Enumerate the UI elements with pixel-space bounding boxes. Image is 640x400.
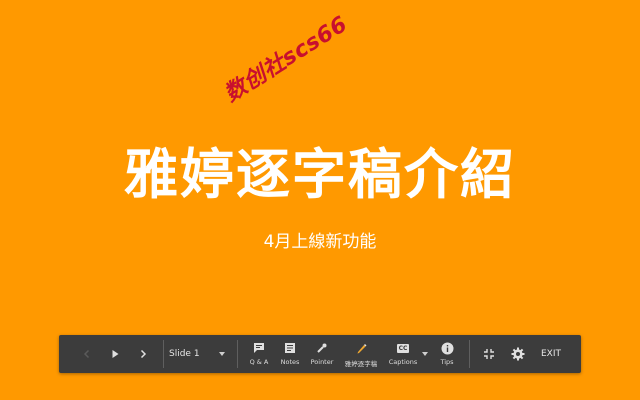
yating-transcript-label: 雅婷逐字稿 — [344, 360, 378, 368]
toolbar-divider — [237, 340, 238, 368]
laser-pointer-icon — [317, 343, 327, 353]
info-icon — [441, 342, 453, 354]
next-slide-button[interactable] — [135, 346, 151, 362]
closed-captions-icon: CC — [396, 343, 410, 353]
notes-icon — [285, 343, 295, 353]
play-icon — [112, 350, 119, 358]
tips-label: Tips — [440, 358, 454, 366]
pointer-label: Pointer — [310, 358, 334, 366]
chevron-right-icon — [140, 349, 147, 359]
settings-button[interactable] — [509, 345, 527, 363]
chevron-down-icon[interactable] — [422, 352, 428, 356]
notes-button[interactable]: Notes — [277, 341, 303, 369]
captions-button[interactable]: CC Captions — [387, 341, 419, 369]
slide-subtitle: 4月上線新功能 — [263, 232, 377, 252]
chevron-down-icon — [219, 352, 225, 356]
play-button[interactable] — [107, 346, 123, 362]
slide-select-value: Slide 1 — [169, 349, 200, 359]
pen-icon — [357, 344, 367, 354]
collapse-icon — [484, 349, 494, 359]
chevron-left-icon — [83, 349, 90, 359]
slide-title: 雅婷逐字稿介紹 — [124, 143, 516, 206]
tips-button[interactable]: Tips — [435, 341, 459, 369]
qa-button[interactable]: Q & A — [247, 341, 271, 369]
yating-transcript-button[interactable]: 雅婷逐字稿 — [341, 341, 381, 369]
presenter-toolbar: Slide 1 Q & A Notes Pointer 雅婷逐字稿 CC Cap… — [59, 335, 581, 373]
qa-label: Q & A — [249, 358, 269, 366]
chat-icon — [254, 343, 264, 353]
slide-select-dropdown[interactable]: Slide 1 — [169, 341, 227, 367]
gear-icon — [511, 347, 525, 361]
pointer-button[interactable]: Pointer — [307, 341, 337, 369]
toolbar-divider — [163, 340, 164, 368]
previous-slide-button[interactable] — [79, 346, 95, 362]
notes-label: Notes — [280, 358, 300, 366]
watermark-text: 数创社scs66 — [220, 11, 353, 108]
toolbar-divider — [469, 340, 470, 368]
presentation-slide: 数创社scs66 雅婷逐字稿介紹 4月上線新功能 Slide 1 Q & A N… — [0, 0, 640, 400]
exit-fullscreen-button[interactable] — [481, 346, 497, 362]
captions-label: Captions — [388, 358, 418, 366]
exit-button[interactable]: EXIT — [533, 345, 569, 363]
